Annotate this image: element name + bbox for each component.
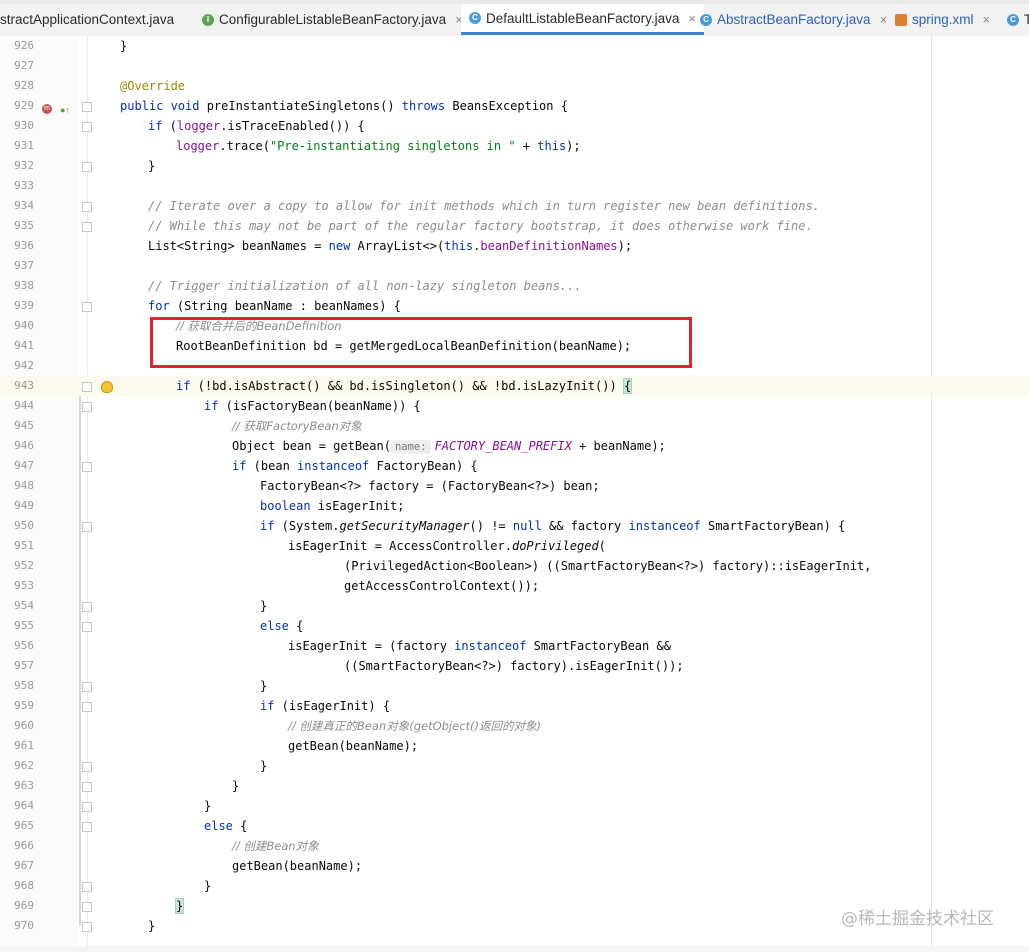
code-line: 950 if (System.getSecurityManager() != nu… (14, 519, 846, 533)
code-line: 951 isEagerInit = AccessController.doPriv… (14, 539, 606, 553)
tab-spring-xml[interactable]: spring.xml × (895, 4, 990, 35)
code-line: 967 getBean(beanName); (14, 859, 363, 873)
code-line: 944 if (isFactoryBean(beanName)) { (14, 399, 421, 413)
lightbulb-icon[interactable] (101, 381, 113, 393)
code-editor[interactable]: 926} 927 928 @Override 929 public void pre… (0, 36, 1029, 952)
parameter-hint: name: (390, 440, 431, 454)
text-caret (631, 378, 633, 392)
code-line: 931 logger.trace("Pre-instantiating singl… (14, 139, 581, 153)
code-line: 952 (PrivilegedAction<Boolean>) ((SmartFa… (14, 559, 872, 573)
tab-label: spring.xml (912, 12, 974, 27)
code-line: 966// 创建Bean对象 (14, 839, 319, 853)
overrides-method-icon[interactable]: m (42, 104, 52, 114)
close-icon[interactable]: × (688, 11, 696, 26)
fold-toggle[interactable] (82, 882, 92, 892)
fold-toggle[interactable] (82, 162, 92, 172)
code-line: 945// 获取FactoryBean对象 (14, 419, 362, 433)
code-line: 948 FactoryBean<?> factory = (FactoryBean… (14, 479, 600, 493)
tab-label: stractApplicationContext.java (0, 12, 175, 27)
code-line: 968} (14, 879, 212, 893)
fold-toggle[interactable] (82, 522, 92, 532)
tab-overflow[interactable]: C T (1007, 4, 1029, 35)
tab-label: T (1024, 12, 1029, 27)
code-line-current: 943 if (!bd.isAbstract() && bd.isSingleto… (0, 376, 1029, 396)
close-icon[interactable]: × (983, 12, 991, 27)
fold-toggle[interactable] (82, 902, 92, 912)
code-line: 928 @Override (14, 79, 186, 93)
code-line: 954} (14, 599, 268, 613)
code-line: 956 isEagerInit = (factory instanceof Sma… (14, 639, 671, 653)
fold-toggle[interactable] (82, 302, 92, 312)
fold-toggle[interactable] (82, 802, 92, 812)
fold-toggle[interactable] (82, 122, 92, 132)
fold-toggle[interactable] (82, 202, 92, 212)
code-line: 965 else { (14, 819, 248, 833)
horizontal-scrollbar[interactable] (0, 946, 1029, 952)
fold-toggle[interactable] (82, 222, 92, 232)
code-line: 953 getAccessControlContext()); (14, 579, 540, 593)
interface-icon: I (202, 13, 214, 26)
code-line: 958} (14, 679, 268, 693)
code-line: 959 if (isEagerInit) { (14, 699, 391, 713)
code-line: 930 if (logger.isTraceEnabled()) { (14, 119, 365, 133)
highlight-box (150, 317, 692, 368)
fold-toggle[interactable] (82, 922, 92, 932)
code-line: 939 for (String beanName : beanNames) { (14, 299, 401, 313)
code-line: 934// Iterate over a copy to allow for i… (14, 199, 820, 213)
fold-toggle[interactable] (82, 382, 92, 392)
code-line: 927 (14, 59, 34, 72)
tab-label: AbstractBeanFactory.java (717, 12, 871, 27)
class-icon: C (700, 13, 712, 26)
code-line: 937 (14, 259, 34, 272)
close-icon[interactable]: × (880, 12, 888, 27)
code-line: 960// 创建真正的Bean对象(getObject()返回的对象) (14, 719, 541, 733)
code-line: 955 else { (14, 619, 304, 633)
code-line: 936 List<String> beanNames = new ArrayLis… (14, 239, 633, 253)
tab-abstract-bean-factory[interactable]: C AbstractBeanFactory.java × (700, 4, 887, 35)
fold-toggle[interactable] (82, 762, 92, 772)
code-line: 929 public void preInstantiateSingletons(… (14, 99, 568, 113)
code-line: 949 boolean isEagerInit; (14, 499, 405, 513)
fold-toggle[interactable] (82, 682, 92, 692)
class-icon: C (1007, 13, 1019, 26)
xml-icon (895, 13, 907, 26)
code-line: 962} (14, 759, 268, 773)
fold-toggle[interactable] (82, 702, 92, 712)
code-line: 963} (14, 779, 240, 793)
code-line: 932} (14, 159, 156, 173)
fold-toggle[interactable] (82, 782, 92, 792)
tab-label: DefaultListableBeanFactory.java (486, 10, 680, 26)
code-line: 935// While this may not be part of the … (14, 219, 813, 233)
code-line: 933 (14, 179, 34, 192)
code-line: 947 if (bean instanceof FactoryBean) { (14, 459, 478, 473)
tab-default-listable-bean-factory[interactable]: C DefaultListableBeanFactory.java × (461, 4, 704, 35)
tab-abstract-application-context[interactable]: stractApplicationContext.java (0, 4, 174, 35)
fold-toggle[interactable] (82, 822, 92, 832)
code-line: 964} (14, 799, 212, 813)
code-line: 961 getBean(beanName); (14, 739, 419, 753)
fold-toggle[interactable] (82, 622, 92, 632)
fold-toggle[interactable] (82, 102, 92, 112)
watermark: @稀土掘金技术社区 (841, 909, 994, 929)
code-line: 938// Trigger initialization of all non-… (14, 279, 582, 293)
implemented-method-icon[interactable]: ●↑ (60, 105, 70, 115)
tab-label: ConfigurableListableBeanFactory.java (219, 12, 447, 27)
code-line: 957 ((SmartFactoryBean<?>) factory).isEag… (14, 659, 684, 673)
code-line: 946 Object bean = getBean(name: FACTORY_BE… (14, 439, 666, 454)
editor-tab-bar: stractApplicationContext.java I Configur… (0, 0, 1029, 37)
fold-toggle[interactable] (82, 462, 92, 472)
code-line: 926} (14, 39, 128, 53)
class-icon: C (469, 12, 481, 24)
tab-configurable-listable-bean-factory[interactable]: I ConfigurableListableBeanFactory.java × (202, 4, 463, 35)
fold-toggle[interactable] (82, 402, 92, 412)
fold-toggle[interactable] (82, 602, 92, 612)
